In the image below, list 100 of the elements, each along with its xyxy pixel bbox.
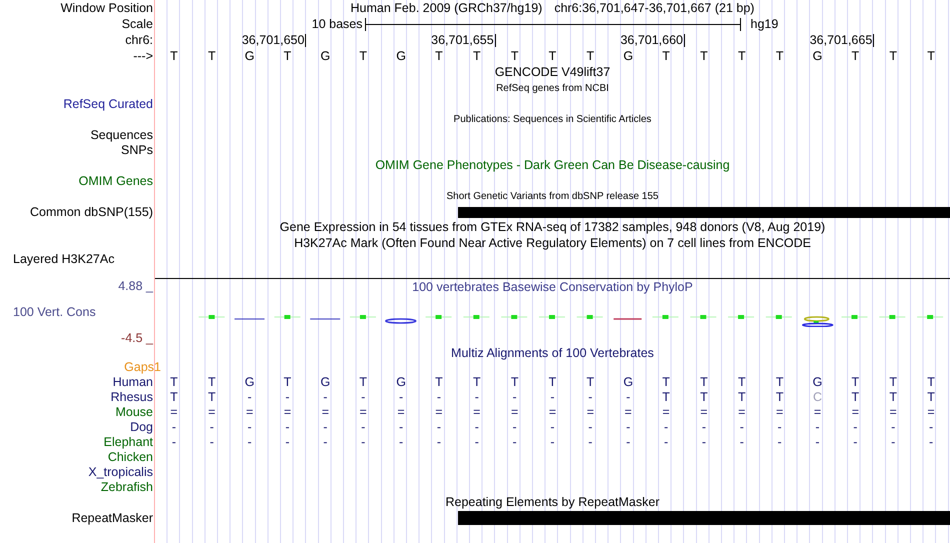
base-letter: T: [738, 49, 746, 63]
base-letter: T: [662, 49, 670, 63]
base-letter: -: [361, 390, 366, 404]
base-letter: T: [208, 374, 216, 388]
base-letter: -: [436, 434, 441, 448]
base-letter: T: [208, 390, 216, 404]
species-label[interactable]: Zebrafish: [100, 480, 153, 494]
base-letter: T: [738, 390, 746, 404]
base-letter: T: [359, 374, 368, 388]
base-letter: =: [360, 404, 367, 418]
track-title: 100 vertebrates Basewise Conservation by PhyloP: [412, 280, 693, 294]
track-label: Scale: [122, 17, 153, 31]
base-letter: -: [740, 420, 744, 434]
feature-bar[interactable]: [458, 207, 950, 218]
base-letter: -: [588, 434, 592, 448]
species-label[interactable]: Dog: [130, 420, 153, 434]
base-letter: -: [512, 434, 517, 448]
track-label[interactable]: OMIM Genes: [78, 174, 153, 188]
ruler-tick: 36,701,650: [242, 34, 306, 46]
base-letter: T: [852, 390, 860, 404]
base-letter: T: [472, 374, 481, 388]
base-letter: G: [812, 49, 822, 63]
base-letter: T: [852, 374, 860, 388]
base-letter: T: [435, 49, 443, 63]
base-letter: -: [512, 390, 517, 404]
track-title: Repeating Elements by RepeatMasker: [445, 495, 660, 509]
base-letter: T: [927, 374, 935, 388]
base-letter: -: [436, 390, 441, 404]
base-letter: -: [626, 390, 630, 404]
species-label[interactable]: Human: [112, 374, 153, 388]
base-letter: T: [738, 374, 746, 388]
base-letter: T: [548, 374, 556, 388]
base-letter: -: [778, 420, 782, 434]
base-letter: -: [815, 420, 820, 434]
track-label[interactable]: RefSeq Curated: [63, 96, 153, 110]
base-letter: T: [889, 49, 898, 63]
base-letter: T: [586, 49, 594, 63]
track-label[interactable]: Layered H3K27Ac: [13, 252, 114, 266]
track-label[interactable]: Common dbSNP(155): [30, 204, 153, 218]
base-letter: -: [474, 420, 479, 434]
ruler-tick: 36,701,655: [431, 34, 496, 46]
base-letter: T: [208, 49, 216, 63]
track-label[interactable]: Sequences: [90, 128, 153, 142]
base-letter: -: [626, 434, 630, 448]
base-letter: T: [435, 374, 443, 388]
base-letter: =: [284, 404, 292, 418]
base-letter: T: [662, 390, 670, 404]
track-label[interactable]: RepeatMasker: [72, 511, 153, 525]
base-letter: -: [285, 390, 290, 404]
base-letter: =: [890, 404, 897, 418]
track-title: GENCODE V49lift37: [494, 65, 610, 79]
track-label[interactable]: SNPs: [121, 142, 153, 156]
position-text: chr6:36,701,647-36,701,667 (21 bp): [554, 1, 754, 15]
base-letter: T: [472, 49, 481, 63]
base-letter: =: [852, 404, 859, 418]
axis-min-label: -4.5 _: [121, 330, 153, 344]
base-letter: -: [928, 434, 934, 448]
base-letter: -: [474, 390, 479, 404]
species-label[interactable]: Elephant: [104, 434, 153, 448]
base-letter: T: [510, 374, 518, 388]
base-letter: -: [664, 434, 668, 448]
base-letter: =: [170, 404, 178, 418]
species-label[interactable]: Mouse: [115, 404, 153, 418]
base-letter: G: [396, 49, 406, 63]
base-letter: G: [396, 374, 406, 388]
track-title: Publications: Sequences in Scientific Articles: [454, 114, 652, 124]
base-letter: -: [664, 420, 668, 434]
base-letter: -: [398, 420, 404, 434]
base-letter: =: [927, 404, 935, 418]
species-label[interactable]: X_tropicalis: [88, 464, 153, 478]
species-label[interactable]: Rhesus: [110, 390, 153, 404]
base-letter: =: [473, 404, 480, 418]
base-letter: -: [550, 420, 555, 434]
base-letter: -: [702, 434, 706, 448]
base-letter: T: [700, 49, 708, 63]
base-letter: T: [776, 390, 784, 404]
base-letter: G: [812, 374, 822, 388]
base-letter: -: [323, 390, 328, 404]
base-letter: G: [623, 49, 634, 63]
base-letter: G: [320, 49, 330, 63]
base-letter: G: [244, 49, 254, 63]
base-letter: =: [548, 404, 556, 418]
track-label: Window Position: [60, 1, 153, 15]
base-letter: -: [891, 434, 896, 448]
axis-max-label: 4.88 _: [118, 279, 153, 293]
feature-bar[interactable]: [458, 511, 950, 525]
base-letter: -: [210, 434, 214, 448]
base-letter: -: [550, 434, 555, 448]
base-letter: -: [361, 434, 366, 448]
base-letter: -: [436, 420, 441, 434]
base-letter: C: [812, 390, 822, 404]
base-letter: =: [322, 404, 329, 418]
base-letter: -: [626, 420, 630, 434]
base-letter: T: [548, 49, 556, 63]
base-letter: =: [776, 404, 784, 418]
base-letter: T: [510, 49, 518, 63]
base-letter: G: [244, 374, 254, 388]
track-label[interactable]: 100 Vert. Cons: [13, 305, 96, 319]
species-label[interactable]: Chicken: [108, 450, 153, 464]
base-letter: =: [662, 404, 670, 418]
